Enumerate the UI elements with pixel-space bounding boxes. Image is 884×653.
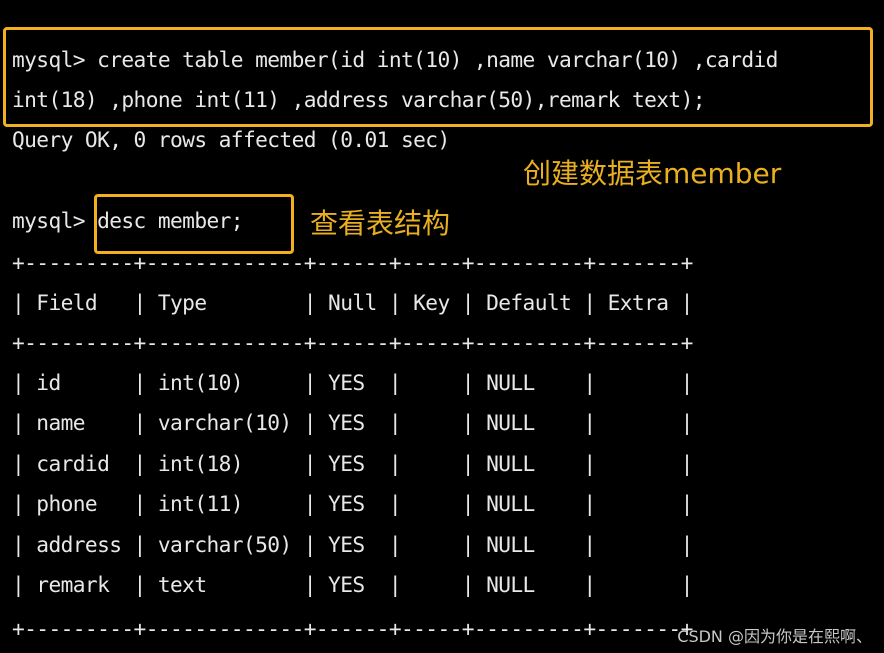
- table-header-row: | Field | Type | Null | Key | Default | …: [12, 290, 693, 315]
- csdn-watermark: CSDN @因为你是在熙啊、: [677, 627, 872, 646]
- table-bottom-border: +---------+-------------+------+-----+--…: [12, 616, 693, 641]
- desc-annotation: 查看表结构: [310, 207, 451, 240]
- table-top-border: +---------+-------------+------+-----+--…: [12, 250, 693, 275]
- table-row: | name | varchar(10) | YES | | NULL | |: [12, 410, 693, 435]
- table-row: | id | int(10) | YES | | NULL | |: [12, 370, 693, 395]
- create-table-annotation: 创建数据表member: [523, 157, 782, 190]
- table-row: | remark | text | YES | | NULL | |: [12, 572, 693, 597]
- query-result-line: Query OK, 0 rows affected (0.01 sec): [12, 127, 450, 152]
- table-row: | address | varchar(50) | YES | | NULL |…: [12, 532, 693, 557]
- create-command-highlight: [3, 27, 873, 127]
- table-row: | cardid | int(18) | YES | | NULL | |: [12, 451, 693, 476]
- mysql-prompt: mysql>: [12, 208, 86, 233]
- table-row: | phone | int(11) | YES | | NULL | |: [12, 491, 693, 516]
- table-header-border: +---------+-------------+------+-----+--…: [12, 330, 693, 355]
